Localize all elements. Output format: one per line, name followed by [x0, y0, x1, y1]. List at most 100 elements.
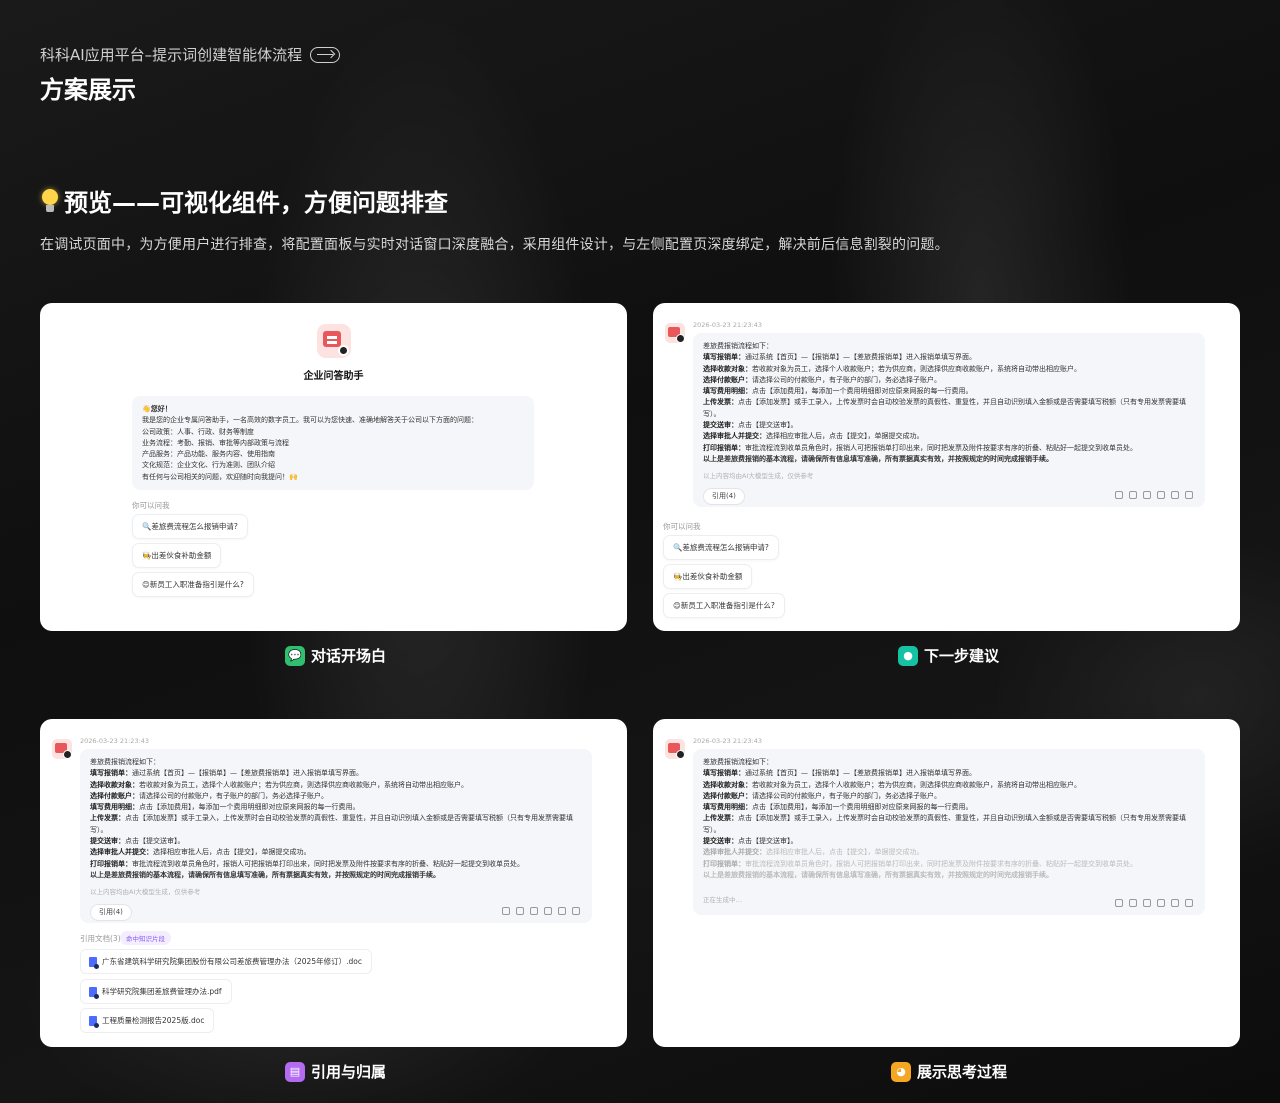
step-value: 点击【添加发票】或手工录入，上传发票时会自动校验发票的真假性、重复性，并且自动识… [703, 398, 1186, 418]
step-key: 填写报销单： [703, 353, 745, 362]
caption-text: 对话开场白 [311, 647, 387, 665]
answer-step: 打印报销单：审批流程流到收单员角色时，报销人可把报销单打印出来，同时把发票及附件… [90, 859, 582, 870]
suggest-label: 你可以问我 [132, 501, 170, 510]
suggestion-chip[interactable]: 🧑‍🍳出差伙食补助金额 [663, 564, 753, 589]
answer-step: 选择付款账户：请选择公司的付款账户，有子账户的部门，务必选择子账户。 [703, 375, 1195, 386]
file-name: 工程质量检测报告2025版.doc [102, 1016, 205, 1025]
step-value: 审批流程流到收单员角色时，报销人可把报销单打印出来，同时把发票及附件按要求有序的… [745, 859, 1137, 868]
share-icon[interactable] [1185, 491, 1193, 499]
answer-step: 上传发票：点击【添加发票】或手工录入，上传发票时会自动校验发票的真假性、重复性，… [703, 813, 1195, 836]
speaker-icon[interactable] [1171, 491, 1179, 499]
step-key: 提交送审： [90, 837, 125, 846]
step-key: 打印报销单： [703, 859, 745, 868]
copy-icon[interactable] [1143, 899, 1151, 907]
greeting-line: 👋您好！ [142, 405, 172, 413]
bot-logo-icon [317, 324, 351, 358]
regenerate-icon[interactable] [544, 907, 552, 915]
doc-file-icon [89, 1015, 99, 1028]
lightbulb-icon [40, 188, 60, 214]
step-value: 点击【提交送审】。 [738, 837, 798, 846]
answer-step: 填写费用明细：点击【添加费用】，每添加一个费用明细即对应原来网报的每一行费用。 [90, 802, 582, 813]
answer-step: 打印报销单：审批流程流到收单员角色时，报销人可把报销单打印出来，同时把发票及附件… [703, 859, 1195, 870]
page-title: 方案展示 [40, 76, 136, 104]
lightbulb-chat-icon: ● [898, 645, 918, 666]
arrow-right-icon [310, 46, 341, 63]
regenerate-icon[interactable] [1157, 899, 1165, 907]
answer-step: 填写费用明细：点击【添加费用】，每添加一个费用明细即对应原来网报的每一行费用。 [703, 802, 1195, 813]
dislike-icon[interactable] [1129, 491, 1137, 499]
card-next-suggestion: 2026-03-23 21:23:43 差旅费报销流程如下： 填写报销单：通过系统… [653, 303, 1240, 631]
copy-icon[interactable] [530, 907, 538, 915]
card-thinking: 2026-03-23 21:23:43 差旅费报销流程如下： 填写报销单：通过系统… [653, 719, 1240, 1047]
message-actions [1115, 491, 1193, 499]
suggestion-chip[interactable]: 😊新员工入职准备指引是什么? [663, 593, 785, 618]
chat-bubble-icon: 💬 [285, 645, 305, 666]
step-value: 通过系统【首页】—【报销单】—【差旅费报销单】进入报销单填写界面。 [745, 769, 976, 778]
disclaimer: 以上内容均由AI大模型生成，仅供参考 [703, 472, 814, 481]
answer-intro: 差旅费报销流程如下： [90, 758, 160, 766]
step-value: 请选择公司的付款账户，有子账户的部门，务必选择子账户。 [139, 791, 328, 800]
step-key: 上传发票： [703, 814, 738, 823]
like-icon[interactable] [1115, 491, 1123, 499]
step-value: 点击【添加发票】或手工录入，上传发票时会自动校验发票的真假性、重复性，并且自动识… [90, 814, 573, 834]
file-item[interactable]: 科学研究院集团差旅费管理办法.pdf [80, 979, 232, 1004]
answer-step: 填写费用明细：点击【添加费用】，每添加一个费用明细即对应原来网报的每一行费用。 [703, 386, 1195, 397]
kicker-text: 科科AI应用平台–提示词创建智能体流程 [40, 46, 303, 64]
regenerate-icon[interactable] [1157, 491, 1165, 499]
answer-intro: 差旅费报销流程如下： [703, 342, 773, 350]
answer-step: 选择审批人并提交：选择相应审批人后，点击【提交】，单据提交成功。 [90, 847, 582, 858]
answer-summary: 以上是差旅费报销的基本流程，请确保所有信息填写准确，所有票据真实有效，并按照规定… [703, 454, 1053, 463]
cite-toggle-button[interactable]: 引用(4) [90, 903, 132, 921]
message-actions [502, 907, 580, 915]
answer-step: 打印报销单：审批流程流到收单员角色时，报销人可把报销单打印出来，同时把发票及附件… [703, 443, 1195, 454]
answer-intro: 差旅费报销流程如下： [703, 758, 773, 766]
answer-step: 提交送审：点击【提交送审】。 [703, 836, 1195, 847]
speaker-icon[interactable] [1171, 899, 1179, 907]
answer-step: 填写报销单：通过系统【首页】—【报销单】—【差旅费报销单】进入报销单填写界面。 [703, 768, 1195, 779]
bot-name: 企业问答助手 [303, 371, 364, 382]
step-value: 选择相应审批人后，点击【提交】，单据提交成功。 [766, 848, 924, 857]
copy-icon[interactable] [1143, 491, 1151, 499]
suggestion-chip[interactable]: 🧑‍🍳出差伙食补助金额 [132, 543, 222, 568]
step-value: 点击【添加发票】或手工录入，上传发票时会自动校验发票的真假性、重复性，并且自动识… [703, 814, 1186, 834]
answer-bubble-thinking: 差旅费报销流程如下： 填写报销单：通过系统【首页】—【报销单】—【差旅费报销单】进… [693, 749, 1205, 915]
step-value: 若收款对象为员工，选择个人收款账户；若为供应商，则选择供应商收款账户，系统将自动… [752, 780, 1081, 789]
dislike-icon[interactable] [1129, 899, 1137, 907]
document-icon: ▤ [285, 1061, 305, 1082]
timestamp: 2026-03-23 21:23:43 [693, 737, 763, 745]
caption-text: 展示思考过程 [917, 1063, 1008, 1081]
step-value: 点击【提交送审】。 [738, 421, 798, 430]
like-icon[interactable] [1115, 899, 1123, 907]
like-icon[interactable] [502, 907, 510, 915]
caption-text: 下一步建议 [924, 647, 1000, 665]
bot-avatar-icon [665, 323, 685, 343]
section-title: 预览——可视化组件，方便问题排查 [40, 183, 448, 218]
answer-step: 选择收款对象：若收款对象为员工，选择个人收款账户；若为供应商，则选择供应商收款账… [703, 780, 1195, 791]
cite-toggle-button[interactable]: 引用(4) [703, 487, 745, 505]
file-name: 广东省建筑科学研究院集团股份有限公司差旅费管理办法（2025年修订）.doc [102, 957, 362, 966]
step-value: 点击【添加费用】，每添加一个费用明细即对应原来网报的每一行费用。 [139, 803, 360, 812]
answer-step: 填写报销单：通过系统【首页】—【报销单】—【差旅费报销单】进入报销单填写界面。 [90, 768, 582, 779]
suggestion-chip[interactable]: 🔍差旅费流程怎么报销申请? [663, 535, 779, 560]
file-name: 科学研究院集团差旅费管理办法.pdf [102, 987, 222, 996]
step-key: 打印报销单： [90, 859, 132, 868]
step-key: 提交送审： [703, 421, 738, 430]
section-title-text: 预览——可视化组件，方便问题排查 [64, 189, 448, 217]
step-key: 选择审批人并提交： [90, 848, 153, 857]
step-key: 上传发票： [90, 814, 125, 823]
docs-label: 引用文档(3) [80, 934, 121, 943]
file-item[interactable]: 广东省建筑科学研究院集团股份有限公司差旅费管理办法（2025年修订）.doc [80, 949, 372, 974]
step-key: 选择审批人并提交： [703, 848, 766, 857]
suggestion-chip[interactable]: 😊新员工入职准备指引是什么? [132, 572, 254, 597]
file-item[interactable]: 工程质量检测报告2025版.doc [80, 1008, 215, 1033]
speaker-icon[interactable] [558, 907, 566, 915]
step-value: 点击【添加费用】，每添加一个费用明细即对应原来网报的每一行费用。 [752, 803, 973, 812]
step-key: 上传发票： [703, 398, 738, 407]
answer-bubble: 差旅费报销流程如下： 填写报销单：通过系统【首页】—【报销单】—【差旅费报销单】进… [80, 749, 592, 923]
share-icon[interactable] [1185, 899, 1193, 907]
caption-card2: ● 下一步建议 [898, 645, 999, 666]
suggestion-chip[interactable]: 🔍差旅费流程怎么报销申请? [132, 514, 248, 539]
dislike-icon[interactable] [516, 907, 524, 915]
share-icon[interactable] [572, 907, 580, 915]
step-key: 选择收款对象： [703, 780, 752, 789]
